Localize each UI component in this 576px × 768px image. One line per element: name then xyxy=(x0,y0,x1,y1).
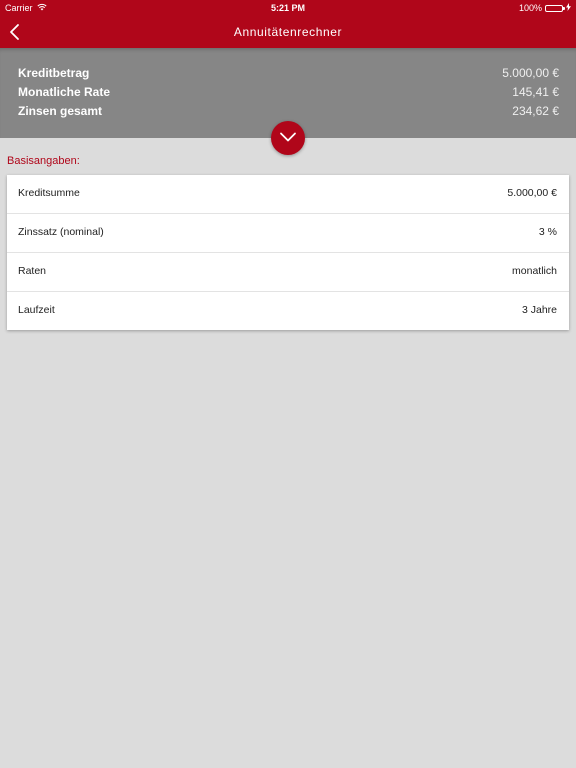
battery-icon xyxy=(545,4,565,12)
summary-row-monatliche-rate: Monatliche Rate 145,41 € xyxy=(18,83,559,101)
battery-status: 100% xyxy=(519,0,571,16)
battery-percent: 100% xyxy=(518,3,542,13)
list-item-raten[interactable]: Raten monatlich xyxy=(7,253,569,292)
item-value: 3 Jahre xyxy=(521,304,557,316)
status-bar: Carrier 5:21 PM 100% xyxy=(0,0,576,16)
back-button[interactable] xyxy=(8,22,26,42)
charging-icon xyxy=(566,0,571,16)
summary-row-kreditbetrag: Kreditbetrag 5.000,00 € xyxy=(18,64,559,82)
item-label: Zinssatz (nominal) xyxy=(18,226,104,238)
summary-label: Kreditbetrag xyxy=(18,66,90,80)
list-item-kreditsumme[interactable]: Kreditsumme 5.000,00 € xyxy=(7,175,569,214)
summary-value: 145,41 € xyxy=(512,85,559,99)
item-value: 5.000,00 € xyxy=(507,187,557,199)
expand-summary-button[interactable] xyxy=(271,121,305,155)
item-value: 3 % xyxy=(538,226,557,238)
summary-value: 234,62 € xyxy=(512,104,559,118)
list-item-laufzeit[interactable]: Laufzeit 3 Jahre xyxy=(7,292,569,330)
summary-label: Zinsen gesamt xyxy=(18,104,103,118)
input-list: Kreditsumme 5.000,00 € Zinssatz (nominal… xyxy=(7,175,569,330)
summary-value: 5.000,00 € xyxy=(502,66,559,80)
summary-label: Monatliche Rate xyxy=(18,85,111,99)
navigation-bar: Annuitätenrechner xyxy=(0,16,576,48)
status-time: 5:21 PM xyxy=(270,3,305,13)
section-title: Basisangaben: xyxy=(7,155,80,167)
summary-row-zinsen-gesamt: Zinsen gesamt 234,62 € xyxy=(18,102,559,120)
item-label: Raten xyxy=(18,265,47,277)
item-value: monatlich xyxy=(512,265,557,277)
list-item-zinssatz[interactable]: Zinssatz (nominal) 3 % xyxy=(7,214,569,253)
chevron-left-icon xyxy=(10,24,19,40)
page-title: Annuitätenrechner xyxy=(233,25,343,39)
item-label: Kreditsumme xyxy=(18,187,80,199)
chevron-down-icon xyxy=(280,132,296,142)
item-label: Laufzeit xyxy=(18,304,55,316)
app-header: Carrier 5:21 PM 100% Annuitätenrechner xyxy=(0,0,576,48)
